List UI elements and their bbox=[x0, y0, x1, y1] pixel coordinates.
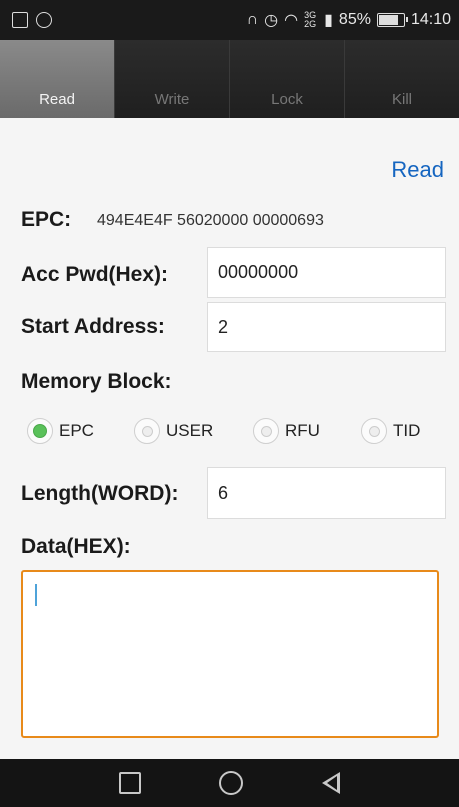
recent-apps-icon[interactable] bbox=[119, 772, 142, 794]
length-label: Length(WORD): bbox=[21, 482, 179, 505]
battery-percent: 85% bbox=[338, 11, 371, 28]
alarm-icon: ◷ bbox=[264, 12, 279, 29]
back-icon[interactable] bbox=[321, 772, 340, 794]
network-type: 3G 2G bbox=[304, 10, 317, 29]
radio-tid[interactable]: TID bbox=[361, 418, 420, 444]
radio-epc-label: EPC bbox=[59, 421, 94, 440]
wifi-icon: ◠ bbox=[284, 12, 299, 29]
radio-unchecked-icon[interactable] bbox=[134, 418, 160, 444]
navigation-bar bbox=[0, 759, 459, 807]
status-bar: ∩ ◷ ◠ 3G 2G ▮ 85% 14:10 bbox=[0, 0, 459, 40]
radio-rfu[interactable]: RFU bbox=[253, 418, 320, 444]
start-address-input[interactable]: 2 bbox=[207, 302, 446, 352]
radio-epc[interactable]: EPC bbox=[27, 418, 94, 444]
acc-pwd-input[interactable]: 00000000 bbox=[207, 247, 446, 298]
tab-lock[interactable]: Lock bbox=[230, 40, 345, 118]
home-icon[interactable] bbox=[219, 771, 244, 795]
tab-kill[interactable]: Kill bbox=[345, 40, 459, 118]
start-address-label: Start Address: bbox=[21, 315, 165, 338]
radio-checked-icon[interactable] bbox=[27, 418, 53, 444]
image-icon bbox=[12, 12, 28, 28]
status-time: 14:10 bbox=[410, 11, 451, 28]
epc-value: 494E4E4F 56020000 00000693 bbox=[97, 212, 324, 229]
headphones-icon: ∩ bbox=[246, 11, 259, 28]
memory-block-label: Memory Block: bbox=[21, 370, 172, 393]
radio-user[interactable]: USER bbox=[134, 418, 213, 444]
tab-write[interactable]: Write bbox=[115, 40, 230, 118]
tab-bar: Read Write Lock Kill bbox=[0, 40, 459, 118]
battery-icon bbox=[376, 13, 408, 27]
epc-label: EPC: bbox=[21, 208, 72, 231]
tab-read[interactable]: Read bbox=[0, 40, 115, 118]
read-button[interactable]: Read bbox=[391, 157, 444, 183]
acc-pwd-label: Acc Pwd(Hex): bbox=[21, 263, 169, 286]
text-cursor bbox=[35, 584, 37, 606]
signal-icon: ▮ bbox=[324, 12, 333, 29]
data-label: Data(HEX): bbox=[21, 535, 131, 558]
length-input[interactable]: 6 bbox=[207, 467, 446, 519]
radio-tid-label: TID bbox=[393, 421, 421, 440]
camera-icon bbox=[36, 12, 52, 28]
radio-user-label: USER bbox=[166, 421, 214, 440]
data-textarea[interactable] bbox=[21, 570, 439, 738]
radio-unchecked-icon[interactable] bbox=[361, 418, 387, 444]
radio-rfu-label: RFU bbox=[285, 421, 320, 440]
radio-unchecked-icon[interactable] bbox=[253, 418, 279, 444]
